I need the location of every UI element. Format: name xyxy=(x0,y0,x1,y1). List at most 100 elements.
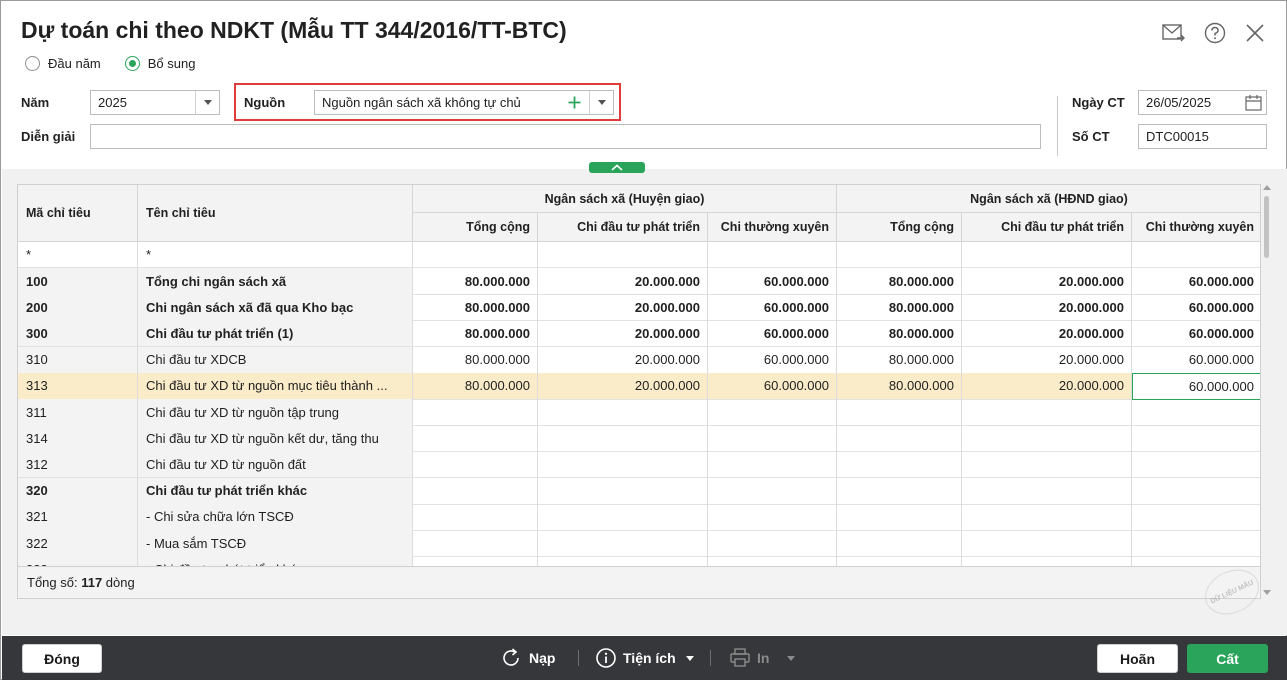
grid-cell-c1[interactable] xyxy=(413,451,538,479)
filter-cell[interactable] xyxy=(962,242,1132,268)
grid-cell-ten[interactable]: - Mua sắm TSCĐ xyxy=(138,530,413,557)
grid-cell-c3[interactable]: 60.000.000 xyxy=(708,294,837,322)
grid-cell-c2[interactable] xyxy=(538,477,708,505)
grid-cell-c6[interactable] xyxy=(1132,504,1260,531)
grid-cell-c2[interactable]: 20.000.000 xyxy=(538,268,708,295)
filter-ten[interactable]: * xyxy=(138,242,413,268)
grid-cell-c4[interactable] xyxy=(837,556,962,566)
grid-cell-c1[interactable] xyxy=(413,425,538,453)
so-ct-input[interactable]: DTC00015 xyxy=(1138,124,1267,149)
grid-cell-ten[interactable]: Chi đầu tư phát triển (1) xyxy=(138,320,413,348)
grid-cell-c6[interactable] xyxy=(1132,451,1260,479)
grid-cell-ma[interactable]: 323 xyxy=(18,556,138,566)
grid-cell-c2[interactable] xyxy=(538,530,708,557)
grid-cell-c4[interactable] xyxy=(837,399,962,426)
grid-cell-c6[interactable] xyxy=(1132,478,1260,505)
grid-cell-ten[interactable]: Chi đầu tư XD từ nguồn kết dư, tăng thu xyxy=(138,425,413,453)
grid-cell-ten[interactable]: Chi đầu tư XD từ nguồn đất xyxy=(138,451,413,479)
grid-cell-c4[interactable] xyxy=(837,425,962,453)
col-header-dau-tu-2[interactable]: Chi đầu tư phát triển xyxy=(962,213,1132,242)
col-header-tong-cong-1[interactable]: Tổng cộng xyxy=(413,213,538,242)
grid-cell-c4[interactable]: 80.000.000 xyxy=(837,268,962,295)
nam-dropdown-button[interactable] xyxy=(195,91,219,114)
grid-cell-c3[interactable] xyxy=(708,556,837,566)
grid-cell-ma[interactable]: 310 xyxy=(18,346,138,374)
grid-cell-ma[interactable]: 320 xyxy=(18,477,138,505)
radio-circle-dau-nam[interactable] xyxy=(25,56,40,71)
grid-cell-c3[interactable] xyxy=(708,451,837,479)
grid-cell-c2[interactable] xyxy=(538,425,708,453)
grid-cell-c4[interactable]: 80.000.000 xyxy=(837,346,962,374)
filter-cell[interactable] xyxy=(1132,242,1260,268)
nam-combo[interactable]: 2025 xyxy=(90,90,220,115)
col-header-thuong-xuyen-2[interactable]: Chi thường xuyên xyxy=(1132,213,1260,242)
nap-button[interactable]: Nạp xyxy=(500,646,555,670)
grid-cell-c5[interactable]: 20.000.000 xyxy=(962,268,1132,295)
grid-cell-c5[interactable]: 20.000.000 xyxy=(962,372,1132,400)
grid-cell-c1[interactable]: 80.000.000 xyxy=(413,268,538,295)
grid-cell-ten[interactable]: Chi ngân sách xã đã qua Kho bạc xyxy=(138,294,413,322)
grid-cell-c4[interactable]: 80.000.000 xyxy=(837,320,962,348)
filter-cell[interactable] xyxy=(708,242,837,268)
ngay-ct-input[interactable]: 26/05/2025 xyxy=(1138,90,1267,115)
grid-cell-c3[interactable] xyxy=(708,399,837,426)
dien-giai-input[interactable] xyxy=(90,124,1041,149)
grid-cell-ten[interactable]: - Chi đầu tư phát triển khác xyxy=(138,556,413,566)
cat-button[interactable]: Cất xyxy=(1187,644,1268,673)
grid-cell-c1[interactable]: 80.000.000 xyxy=(413,346,538,374)
grid-cell-c3[interactable]: 60.000.000 xyxy=(708,372,837,400)
grid-cell-ma[interactable]: 322 xyxy=(18,530,138,557)
scroll-up-arrow-icon[interactable] xyxy=(1263,184,1271,190)
grid-cell-ten[interactable]: Chi đầu tư XD từ nguồn tập trung xyxy=(138,399,413,426)
grid-cell-ma[interactable]: 300 xyxy=(18,320,138,348)
scroll-thumb[interactable] xyxy=(1264,196,1269,258)
grid-cell-ten[interactable]: Chi đầu tư XDCB xyxy=(138,346,413,374)
grid-cell-c6[interactable]: 60.000.000 xyxy=(1132,320,1260,348)
tien-ich-button[interactable]: Tiện ích xyxy=(595,646,694,670)
grid-cell-c5[interactable] xyxy=(962,477,1132,505)
grid-cell-c5[interactable] xyxy=(962,425,1132,453)
grid-cell-c5[interactable] xyxy=(962,503,1132,531)
grid-cell-c2[interactable] xyxy=(538,503,708,531)
filter-cell[interactable] xyxy=(538,242,708,268)
grid-cell-c1[interactable] xyxy=(413,399,538,426)
grid-cell-c1[interactable] xyxy=(413,530,538,557)
grid-cell-c1[interactable]: 80.000.000 xyxy=(413,372,538,400)
grid-cell-ma[interactable]: 312 xyxy=(18,451,138,479)
add-icon[interactable] xyxy=(565,93,583,112)
grid-cell-c1[interactable] xyxy=(413,556,538,566)
grid-cell-c3[interactable] xyxy=(708,425,837,453)
col-header-ten[interactable]: Tên chỉ tiêu xyxy=(138,185,413,242)
grid-cell-c5[interactable]: 20.000.000 xyxy=(962,294,1132,322)
nguon-combo[interactable]: Nguồn ngân sách xã không tự chủ xyxy=(314,90,614,115)
grid-cell-ten[interactable]: Tổng chi ngân sách xã xyxy=(138,268,413,295)
grid-scrollbar[interactable] xyxy=(1262,184,1273,599)
grid-cell-c6[interactable] xyxy=(1132,556,1260,566)
grid-cell-c2[interactable] xyxy=(538,451,708,479)
grid-cell-ma[interactable]: 200 xyxy=(18,294,138,322)
hoan-button[interactable]: Hoãn xyxy=(1097,644,1178,673)
grid-cell-c6[interactable]: 60.000.000 xyxy=(1132,347,1260,374)
mail-forward-icon[interactable] xyxy=(1162,21,1186,45)
grid-cell-c4[interactable] xyxy=(837,451,962,479)
radio-dau-nam[interactable]: Đầu năm xyxy=(25,56,101,71)
grid-cell-c6[interactable]: 60.000.000 xyxy=(1132,268,1260,295)
grid-cell-c2[interactable]: 20.000.000 xyxy=(538,320,708,348)
grid-cell-c6[interactable] xyxy=(1132,530,1260,557)
calendar-icon[interactable] xyxy=(1245,94,1262,114)
filter-cell[interactable] xyxy=(413,242,538,268)
grid-cell-c3[interactable] xyxy=(708,530,837,557)
grid-cell-ma[interactable]: 311 xyxy=(18,399,138,426)
grid-cell-ten[interactable]: Chi đầu tư XD từ nguồn mục tiêu thành ..… xyxy=(138,372,413,400)
grid-cell-ten[interactable]: Chi đầu tư phát triển khác xyxy=(138,477,413,505)
grid-cell-c6[interactable]: 60.000.000 xyxy=(1132,294,1260,322)
nguon-dropdown-button[interactable] xyxy=(589,91,613,114)
grid-cell-c5[interactable] xyxy=(962,556,1132,566)
grid-cell-c5[interactable] xyxy=(962,451,1132,479)
radio-circle-bo-sung[interactable] xyxy=(124,56,140,71)
grid-cell-c2[interactable]: 20.000.000 xyxy=(538,294,708,322)
grid-cell-c1[interactable]: 80.000.000 xyxy=(413,294,538,322)
col-header-dau-tu-1[interactable]: Chi đầu tư phát triển xyxy=(538,213,708,242)
grid-cell-c4[interactable] xyxy=(837,477,962,505)
grid-cell-ma[interactable]: 321 xyxy=(18,503,138,531)
